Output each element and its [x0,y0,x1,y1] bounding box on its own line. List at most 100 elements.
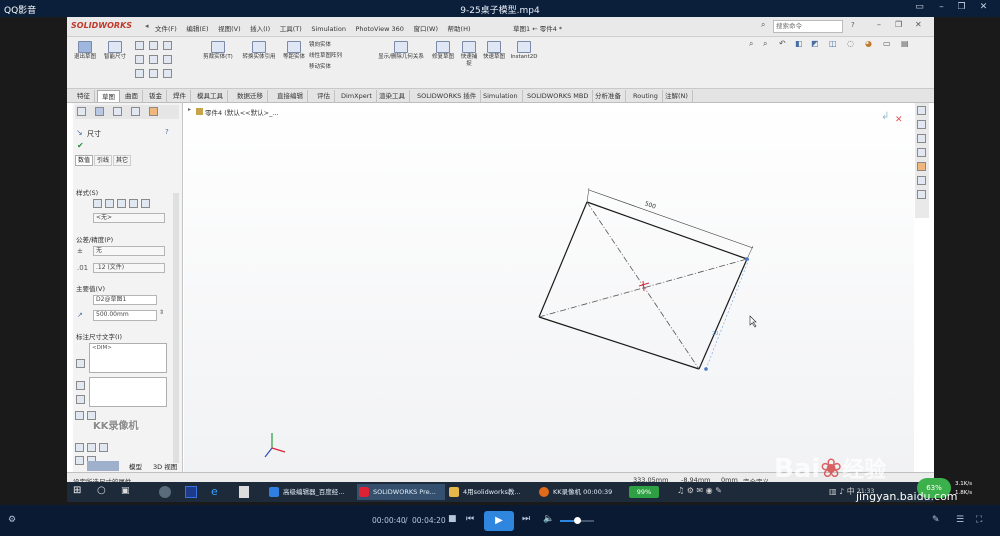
apply-default-style-icon[interactable] [93,199,102,208]
sw-restore-icon[interactable]: ❐ [895,20,902,29]
start-icon[interactable]: ⊞ [73,485,81,496]
tolerance-type-select[interactable]: 无 [93,246,165,256]
ellipse-icon[interactable] [149,69,158,78]
feature-tree-icon[interactable] [77,107,86,116]
style-section-label[interactable]: 样式(S) [76,187,176,197]
photoshop-icon[interactable] [185,486,197,498]
help-icon[interactable]: ? [851,21,855,29]
slot-icon[interactable] [149,55,158,64]
close-icon[interactable]: ✕ [977,2,990,14]
menu-edit[interactable]: 编辑(E) [186,23,208,33]
instant2d-button[interactable]: Instant2D [507,41,541,61]
dimension-500[interactable]: 500 [586,187,754,260]
tab-sw-addins[interactable]: SOLIDWORKS 插件 [413,90,482,102]
menu-window[interactable]: 窗口(W) [413,23,438,33]
taskbar-editor[interactable]: 高级编辑器_百度经... [267,484,355,500]
sketch-canvas[interactable]: 500 20 [184,103,914,473]
appearances-icon[interactable] [917,162,926,171]
panel-scrollbar[interactable] [173,193,179,463]
tab-mbd[interactable]: SOLIDWORKS MBD [523,90,594,102]
tab-routing[interactable]: Routing [629,90,663,102]
dim-text-parentheses-icon[interactable] [76,359,85,368]
menu-file[interactable]: 文件(F) [155,23,177,33]
menu-simulation[interactable]: Simulation [311,25,346,33]
menu-expand-icon[interactable]: ◂ [145,22,149,30]
tab-model[interactable]: 模型 [129,461,142,471]
mirror-entities-button[interactable]: 镜向实体 [309,40,342,51]
rectangle-icon[interactable] [135,55,144,64]
display-settings-icon[interactable]: ▤ [901,39,909,48]
arc-icon[interactable] [163,41,172,50]
panel-help-icon[interactable]: ? [165,128,169,136]
dim-text-inspection-icon[interactable] [76,395,85,404]
delete-style-icon[interactable] [117,199,126,208]
add-style-icon[interactable] [105,199,114,208]
play-button[interactable]: ▶ [484,511,514,531]
display-style-icon[interactable]: ◫ [829,39,837,48]
custom-properties-icon[interactable] [917,176,926,185]
solidworks-forum-icon[interactable] [917,190,926,199]
tab-data-migration[interactable]: 数据迁移 [233,90,268,102]
primary-value-field[interactable]: 500.00mm [93,310,157,321]
subtab-value[interactable]: 数值 [75,155,93,166]
tools-icon[interactable]: ✎ [932,515,940,525]
appearance-icon[interactable]: ◕ [865,39,872,48]
resources-icon[interactable] [917,106,926,115]
menu-insert[interactable]: 插入(I) [250,23,270,33]
fullscreen-icon[interactable]: ⛶ [976,515,982,525]
tab-direct-editing[interactable]: 直接编辑 [273,90,308,102]
tab-weldments[interactable]: 焊件 [169,90,191,102]
line-icon[interactable] [135,41,144,50]
primary-value-section-label[interactable]: 主要值(V) [76,283,176,293]
dim-text-lower-box[interactable] [89,377,167,407]
precision-select[interactable]: .12 (文件) [93,263,165,273]
cancel-sketch-icon[interactable]: ✕ [895,115,903,125]
pin-icon[interactable]: ▭ [913,2,926,14]
graphics-area[interactable]: ▸ 零件4 (默认<<默认>_... 500 20 ↲ ✕ [184,103,914,473]
zoom-to-fit-icon[interactable]: ⌕ [749,39,753,49]
repair-sketch-button[interactable]: 修复草图 [431,41,455,61]
volume-icon[interactable]: 🔈 [543,514,554,524]
sw-minimize-icon[interactable]: – [877,20,881,29]
tab-features[interactable]: 特征 [73,90,95,102]
next-icon[interactable]: ⏭ [522,514,530,524]
search-taskbar-icon[interactable]: ○ [97,485,106,496]
primary-name-field[interactable]: D2@草图1 [93,295,157,305]
hide-show-icon[interactable]: ◌ [847,39,854,48]
tab-mold-tools[interactable]: 模具工具 [193,90,228,102]
dim-text-center-icon[interactable] [76,381,85,390]
calculator-icon[interactable] [239,486,249,498]
menu-icon[interactable]: ⚙ [8,515,16,525]
stop-icon[interactable]: ■ [448,514,457,524]
ie-icon[interactable]: e [211,485,218,498]
maximize-icon[interactable]: ❐ [955,2,968,14]
subtab-leaders[interactable]: 引线 [94,155,112,166]
minimize-icon[interactable]: – [935,2,948,14]
quick-snap-button[interactable]: 快速捕捉 [459,41,479,68]
tab-dimxpert[interactable]: DimXpert [337,90,377,102]
previous-view-icon[interactable]: ↶ [779,39,786,48]
menu-tools[interactable]: 工具(T) [280,23,302,33]
tab-annotation[interactable]: 注解(N) [661,90,693,102]
display-manager-icon[interactable] [149,107,158,116]
subtab-other[interactable]: 其它 [113,155,131,166]
save-style-icon[interactable] [129,199,138,208]
tab-sketch[interactable]: 草图 [97,90,120,102]
exit-sketch-button[interactable]: 退出草图 [71,41,99,61]
playlist-icon[interactable]: ☰ [956,515,964,525]
style-select[interactable]: <无> [93,213,165,223]
menu-photoview[interactable]: PhotoView 360 [355,25,403,33]
taskbar-recorder[interactable]: KK录像机 00:00:39 [537,484,625,500]
tab-render-tools[interactable]: 渲染工具 [375,90,410,102]
previous-icon[interactable]: ⏮ [466,514,474,524]
zoom-area-icon[interactable]: ⌕ [763,39,767,49]
sw-close-icon[interactable]: ✕ [915,20,922,29]
rapid-sketch-button[interactable]: 快速草图 [483,41,505,61]
dim-text-upper-box[interactable]: <DIM> [89,343,167,373]
linear-pattern-button[interactable]: 线性草图阵列 [309,51,342,62]
taskbar-folder[interactable]: 4用solidworks教... [447,484,535,500]
tray-icons[interactable]: ♫ ⚙ ✉ ◉ ✎ [677,486,722,495]
network-icon[interactable]: ▥ ♪ 中 [829,486,855,497]
spline-icon[interactable] [135,69,144,78]
view-palette-icon[interactable] [917,148,926,157]
